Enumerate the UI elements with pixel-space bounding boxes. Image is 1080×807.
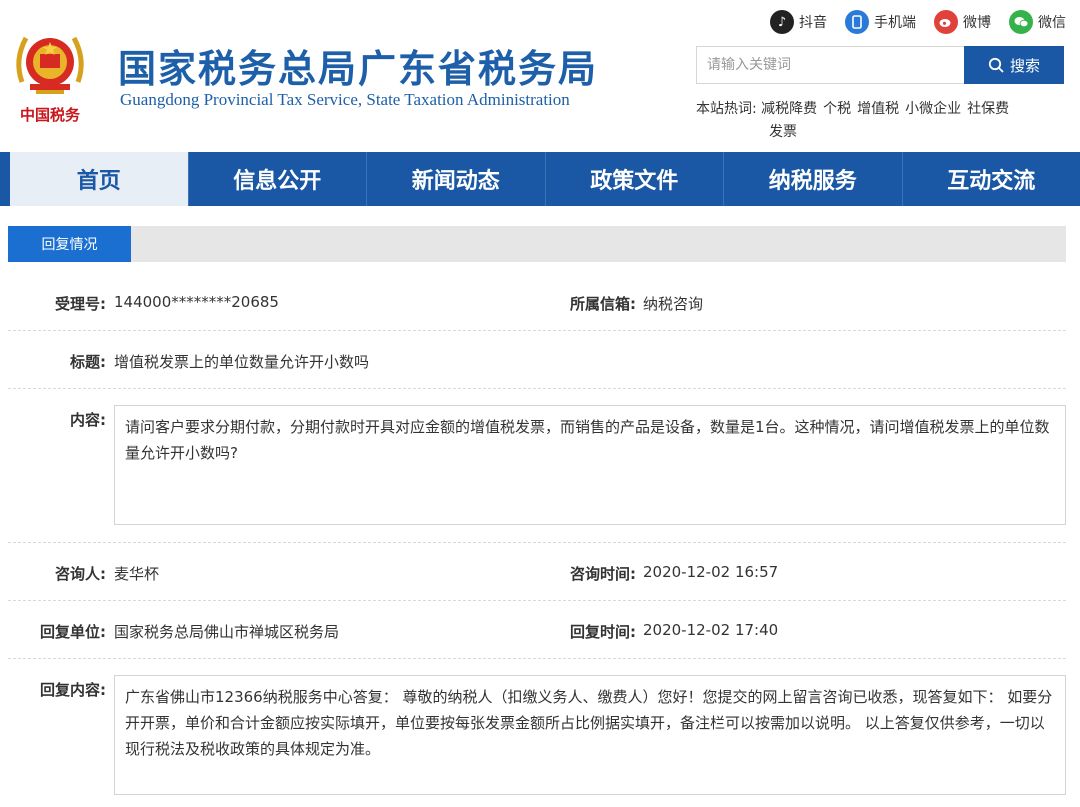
nav-item-home[interactable]: 首页 xyxy=(0,152,189,206)
hotword-link[interactable]: 小微企业 xyxy=(905,101,961,117)
reply-unit-value: 国家税务总局佛山市禅城区税务局 xyxy=(114,623,340,641)
hot-words: 本站热词: 减税降费 个税 增值税 小微企业 社保费 发票 xyxy=(696,98,1064,144)
reply-time-label: 回复时间: xyxy=(570,623,636,641)
row-reply-content: 回复内容: 广东省佛山市12366纳税服务中心答复： 尊敬的纳税人（扣缴义务人、… xyxy=(8,659,1066,807)
title-label: 标题: xyxy=(70,353,106,371)
social-weibo[interactable]: 微博 xyxy=(934,10,991,34)
search-icon xyxy=(988,57,1004,73)
reply-content-box: 广东省佛山市12366纳税服务中心答复： 尊敬的纳税人（扣缴义务人、缴费人）您好… xyxy=(114,675,1066,795)
section-bar: 回复情况 xyxy=(8,226,1066,262)
site-title[interactable]: 国家税务总局广东省税务局 xyxy=(118,38,598,93)
search-input[interactable] xyxy=(696,46,964,84)
mailbox-value: 纳税咨询 xyxy=(643,295,704,313)
consultant-value: 麦华杯 xyxy=(114,565,160,583)
hotword-link[interactable]: 减税降费 xyxy=(761,101,817,117)
nav-item-news[interactable]: 新闻动态 xyxy=(367,152,546,206)
nav-item-tax-service[interactable]: 纳税服务 xyxy=(724,152,903,206)
nav-item-policy[interactable]: 政策文件 xyxy=(546,152,724,206)
hotword-link[interactable]: 增值税 xyxy=(857,101,899,117)
accept-no-label: 受理号: xyxy=(55,295,106,313)
accept-no-value: 144000********20685 xyxy=(114,293,279,311)
row-accept-info: 受理号: 144000********20685 所属信箱: 纳税咨询 xyxy=(8,274,1066,331)
social-wechat-label: 微信 xyxy=(1038,15,1066,31)
tab-reply-status[interactable]: 回复情况 xyxy=(8,226,131,262)
nav-item-interaction[interactable]: 互动交流 xyxy=(903,152,1080,206)
logo-caption: 中国税务 xyxy=(19,106,80,124)
douyin-icon: ♪ xyxy=(770,10,794,34)
content-label: 内容: xyxy=(70,411,106,429)
social-douyin[interactable]: ♪ 抖音 xyxy=(770,10,827,34)
search-button[interactable]: 搜索 xyxy=(964,46,1064,84)
content-box: 请问客户要求分期付款，分期付款时开具对应金额的增值税发票，而销售的产品是设备，数… xyxy=(114,405,1066,525)
social-douyin-label: 抖音 xyxy=(799,15,827,31)
hotword-link[interactable]: 发票 xyxy=(769,124,797,140)
tax-emblem-logo[interactable]: 中国税务 xyxy=(10,20,90,128)
consult-time-label: 咨询时间: xyxy=(570,565,636,583)
mobile-icon xyxy=(845,10,869,34)
reply-content-label: 回复内容: xyxy=(40,681,106,699)
hot-words-label: 本站热词: xyxy=(696,101,757,117)
consultant-label: 咨询人: xyxy=(55,565,106,583)
consult-time-value: 2020-12-02 16:57 xyxy=(643,563,779,581)
hotword-link[interactable]: 个税 xyxy=(823,101,851,117)
social-mobile-label: 手机端 xyxy=(874,15,916,31)
main-nav: 首页 信息公开 新闻动态 政策文件 纳税服务 互动交流 xyxy=(0,152,1080,206)
title-value: 增值税发票上的单位数量允许开小数吗 xyxy=(114,353,370,371)
search-box: 搜索 xyxy=(696,46,1064,84)
hotword-link[interactable]: 社保费 xyxy=(967,101,1009,117)
nav-item-info-disclosure[interactable]: 信息公开 xyxy=(189,152,367,206)
search-button-label: 搜索 xyxy=(1009,56,1040,75)
wechat-icon xyxy=(1009,10,1033,34)
social-mobile[interactable]: 手机端 xyxy=(845,10,916,34)
social-links: ♪ 抖音 手机端 微博 微信 xyxy=(770,10,1066,34)
site-subtitle: Guangdong Provincial Tax Service, State … xyxy=(120,90,570,109)
social-weibo-label: 微博 xyxy=(963,15,991,31)
row-consult-info: 咨询人: 麦华杯 咨询时间: 2020-12-02 16:57 xyxy=(8,543,1066,601)
row-reply-info: 回复单位: 国家税务总局佛山市禅城区税务局 回复时间: 2020-12-02 1… xyxy=(8,601,1066,659)
site-header: 中国税务 国家税务总局广东省税务局 Guangdong Provincial T… xyxy=(0,0,1080,152)
mailbox-label: 所属信箱: xyxy=(570,295,636,313)
weibo-icon xyxy=(934,10,958,34)
row-title: 标题: 增值税发票上的单位数量允许开小数吗 xyxy=(8,331,1066,389)
social-wechat[interactable]: 微信 xyxy=(1009,10,1066,34)
row-content: 内容: 请问客户要求分期付款，分期付款时开具对应金额的增值税发票，而销售的产品是… xyxy=(8,389,1066,543)
reply-unit-label: 回复单位: xyxy=(40,623,106,641)
reply-time-value: 2020-12-02 17:40 xyxy=(643,621,779,639)
